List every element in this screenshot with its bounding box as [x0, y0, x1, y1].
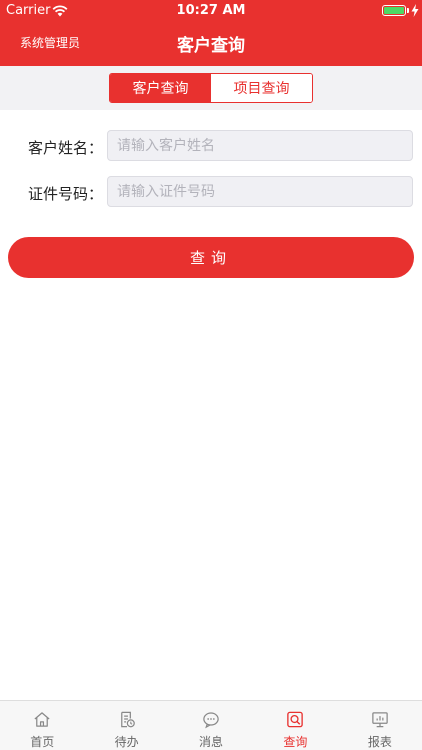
- battery-level: [384, 7, 404, 14]
- bottom-tab-home-label: 首页: [30, 735, 55, 749]
- message-icon: [203, 712, 219, 729]
- segmented-control: 客户查询 项目查询: [109, 73, 313, 103]
- bottom-tab-message-label: 消息: [199, 735, 224, 749]
- bottom-tab-todo-label: 待办: [114, 735, 139, 749]
- query-button[interactable]: 查询: [8, 237, 414, 278]
- id-number-input[interactable]: [107, 176, 413, 207]
- clock-time: 10:27 AM: [176, 3, 246, 18]
- segment-bar: 客户查询 项目查询: [0, 66, 422, 110]
- bottom-tab-report-label: 报表: [367, 735, 392, 749]
- nav-header: Carrier 10:27 AM 系统管理员 客户查询: [0, 0, 422, 66]
- page-title: 客户查询: [177, 36, 245, 56]
- id-number-row: 证件号码：: [0, 176, 422, 208]
- search-icon: [287, 711, 304, 728]
- customer-name-row: 客户姓名：: [0, 130, 422, 162]
- bottom-tab-bar: 首页 待办 消息 查询 报表: [0, 700, 422, 750]
- bottom-tab-todo[interactable]: 待办: [84, 701, 168, 750]
- tab-project-query[interactable]: 项目查询: [211, 74, 312, 102]
- bottom-tab-query-label: 查询: [283, 735, 308, 749]
- tab-customer-query[interactable]: 客户查询: [110, 74, 211, 102]
- charging-bolt-icon: [411, 4, 419, 17]
- bottom-tab-report[interactable]: 报表: [338, 701, 422, 750]
- bottom-tab-message[interactable]: 消息: [169, 701, 253, 750]
- battery-cap: [407, 8, 409, 13]
- bottom-tab-query[interactable]: 查询: [253, 701, 337, 750]
- status-bar: Carrier 10:27 AM: [0, 0, 422, 22]
- report-icon: [372, 712, 388, 728]
- id-number-label: 证件号码：: [28, 185, 104, 203]
- battery-icon: [382, 5, 406, 16]
- customer-name-input[interactable]: [107, 130, 413, 161]
- todo-icon: [120, 711, 135, 728]
- bottom-tab-home[interactable]: 首页: [0, 701, 84, 750]
- customer-name-label: 客户姓名：: [28, 139, 104, 157]
- home-icon: [34, 712, 50, 727]
